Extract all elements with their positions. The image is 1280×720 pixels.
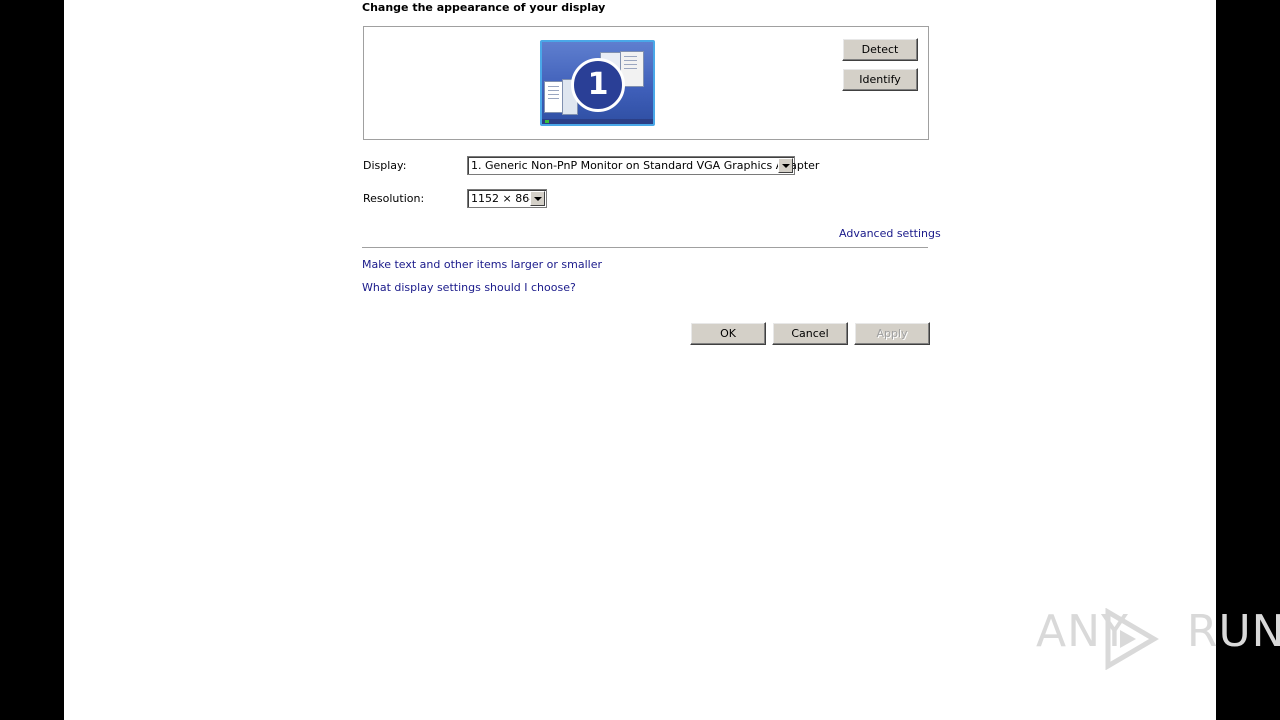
apply-button[interactable]: Apply [854, 322, 930, 345]
chevron-down-icon[interactable] [530, 191, 545, 206]
cancel-button[interactable]: Cancel [772, 322, 848, 345]
ok-button[interactable]: OK [690, 322, 766, 345]
monitor-arrangement-panel: 1 Detect Identify [363, 26, 929, 140]
text-size-link[interactable]: Make text and other items larger or smal… [362, 258, 602, 271]
anyrun-watermark: ANY RUN [1036, 606, 1280, 672]
play-logo-icon [1105, 608, 1159, 670]
watermark-right-text: RUN [1186, 606, 1280, 657]
resolution-select[interactable]: 1152 × 864 [467, 189, 547, 208]
chevron-down-icon[interactable] [778, 158, 793, 173]
display-label: Display: [363, 159, 407, 172]
detect-button[interactable]: Detect [842, 38, 918, 61]
divider [362, 247, 928, 248]
display-help-link[interactable]: What display settings should I choose? [362, 281, 576, 294]
resolution-label: Resolution: [363, 192, 425, 205]
page-title: Change the appearance of your display [362, 1, 606, 14]
resolution-select-value: 1152 × 864 [471, 192, 537, 205]
window-graphic [544, 81, 564, 113]
monitor-number-badge: 1 [571, 58, 625, 112]
display-select-value: 1. Generic Non-PnP Monitor on Standard V… [471, 159, 820, 172]
monitor-1-thumbnail[interactable]: 1 [540, 40, 655, 126]
display-select[interactable]: 1. Generic Non-PnP Monitor on Standard V… [467, 156, 819, 175]
taskbar-graphic [542, 119, 653, 124]
identify-button[interactable]: Identify [842, 68, 918, 91]
advanced-settings-link[interactable]: Advanced settings [839, 227, 941, 240]
